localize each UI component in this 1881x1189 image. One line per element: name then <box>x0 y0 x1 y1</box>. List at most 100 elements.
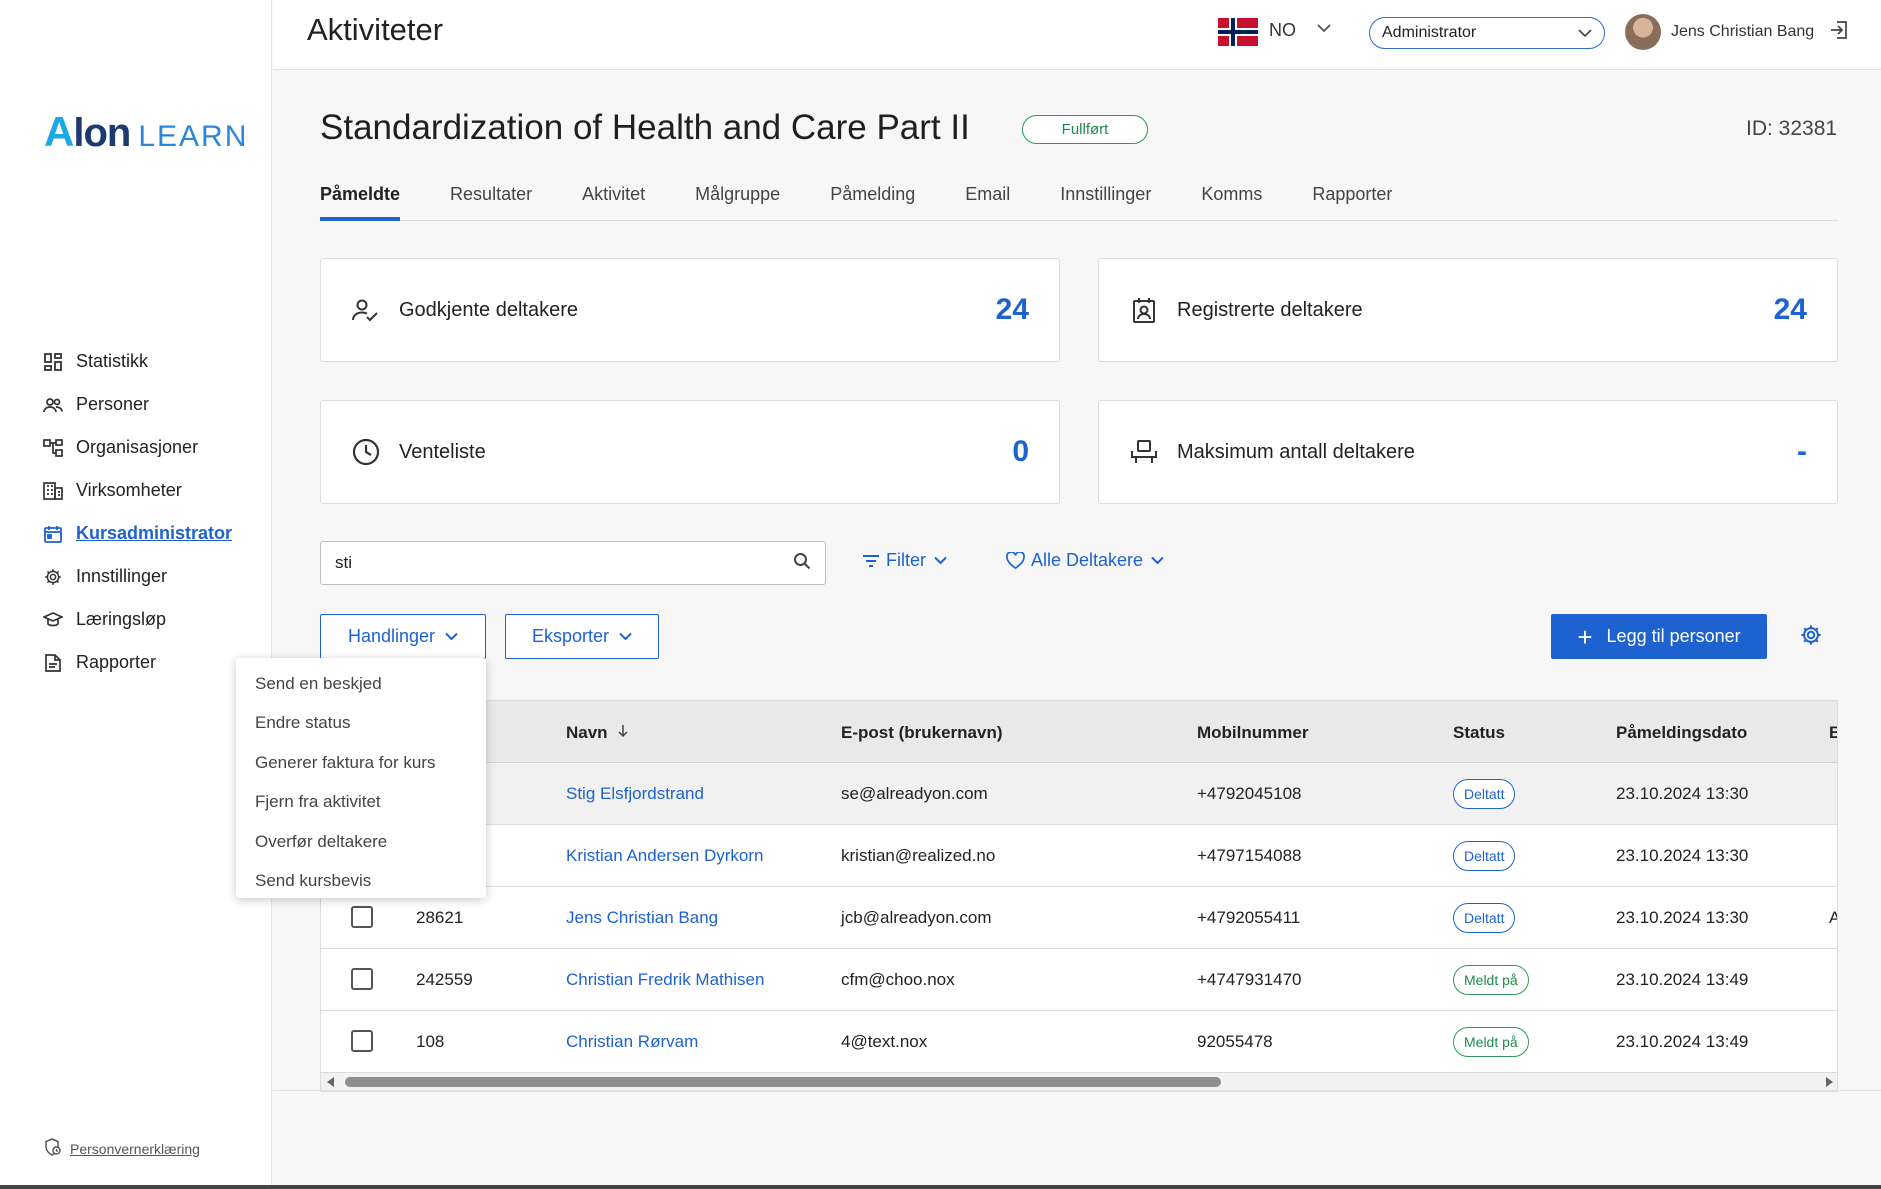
sidebar-item-virksomheter[interactable]: Virksomheter <box>42 469 232 512</box>
arrow-down-icon <box>618 725 628 738</box>
table-settings-gear-icon[interactable] <box>1800 624 1822 651</box>
max-participants-card: Maksimum antall deltakere - <box>1098 400 1838 504</box>
row-checkbox[interactable] <box>351 968 373 990</box>
tab-pamelding[interactable]: Påmelding <box>830 180 915 221</box>
privacy-link[interactable]: Personvernerklæring <box>44 1138 200 1159</box>
search-icon[interactable] <box>793 552 811 575</box>
row-mobile: +4747931470 <box>1197 970 1302 989</box>
row-date: 23.10.2024 13:49 <box>1616 970 1749 989</box>
row-status-badge: Meldt på <box>1453 965 1529 995</box>
report-icon <box>42 652 64 674</box>
row-checkbox[interactable] <box>351 906 373 928</box>
row-mobile: 92055478 <box>1197 1032 1273 1051</box>
tab-komms[interactable]: Komms <box>1201 180 1262 221</box>
row-checkbox[interactable] <box>351 1030 373 1052</box>
row-name-link[interactable]: Jens Christian Bang <box>566 908 718 928</box>
graduation-cap-icon <box>42 609 64 631</box>
course-title: Standardization of Health and Care Part … <box>320 108 970 147</box>
logo-a: A <box>44 108 74 155</box>
row-name-link[interactable]: Stig Elsfjordstrand <box>566 784 704 804</box>
sidebar-item-personer[interactable]: Personer <box>42 383 232 426</box>
user-name[interactable]: Jens Christian Bang <box>1671 23 1814 41</box>
participants-table: Navn E-post (brukernavn) Mobilnummer Sta… <box>320 700 1838 1092</box>
row-status-badge: Deltatt <box>1453 779 1516 809</box>
actions-button[interactable]: Handlinger <box>320 614 486 659</box>
card-label: Registrerte deltakere <box>1177 298 1363 321</box>
filter-button[interactable]: Filter <box>862 550 947 571</box>
waitlist-card: Venteliste 0 <box>320 400 1060 504</box>
tab-rapporter[interactable]: Rapporter <box>1312 180 1392 221</box>
row-date: 23.10.2024 13:30 <box>1616 908 1749 927</box>
sidebar-item-rapporter[interactable]: Rapporter <box>42 641 232 684</box>
menu-item-send-message[interactable]: Send en beskjed <box>236 664 486 704</box>
menu-item-remove-from-activity[interactable]: Fjern fra aktivitet <box>236 783 486 823</box>
tab-email[interactable]: Email <box>965 180 1010 221</box>
chevron-down-icon <box>1151 556 1164 565</box>
sidebar: A lon LEARN Statistikk Personer Organisa… <box>0 0 272 1185</box>
clock-icon <box>351 437 381 467</box>
language-label[interactable]: NO <box>1269 20 1296 41</box>
gear-icon <box>42 566 64 588</box>
scroll-left-arrow-icon[interactable] <box>327 1077 334 1087</box>
scroll-right-arrow-icon[interactable] <box>1826 1077 1833 1087</box>
card-value: 24 <box>995 293 1029 326</box>
calendar-icon <box>42 523 64 545</box>
participants-filter-button[interactable]: Alle Deltakere <box>1006 550 1164 571</box>
menu-item-change-status[interactable]: Endre status <box>236 704 486 744</box>
privacy-label: Personvernerklæring <box>70 1140 200 1157</box>
card-label: Godkjente deltakere <box>399 298 579 321</box>
logout-icon[interactable] <box>1829 20 1849 45</box>
sidebar-item-laeringslop[interactable]: Læringsløp <box>42 598 232 641</box>
add-persons-button[interactable]: + Legg til personer <box>1551 614 1767 659</box>
header-mobile[interactable]: Mobilnummer <box>1197 723 1308 743</box>
menu-item-transfer-participants[interactable]: Overfør deltakere <box>236 822 486 862</box>
alon-learn-logo[interactable]: A lon LEARN <box>44 108 248 156</box>
menu-item-send-certificate[interactable]: Send kursbevis <box>236 862 486 902</box>
plus-icon: + <box>1577 621 1593 652</box>
row-email: cfm@choo.nox <box>841 970 955 989</box>
header-status[interactable]: Status <box>1453 723 1505 743</box>
row-id: 108 <box>416 1032 445 1051</box>
card-value: 24 <box>1773 293 1807 326</box>
row-mobile: +4792055411 <box>1197 908 1301 927</box>
scrollbar-thumb[interactable] <box>345 1077 1221 1087</box>
logo-lon: lon <box>73 111 131 155</box>
row-name-link[interactable]: Christian Fredrik Mathisen <box>566 970 764 990</box>
sidebar-item-label: Kursadministrator <box>76 523 233 543</box>
seat-icon <box>1129 437 1159 467</box>
sidebar-item-organisasjoner[interactable]: Organisasjoner <box>42 426 232 469</box>
sidebar-item-innstillinger[interactable]: Innstillinger <box>42 555 232 598</box>
row-email: jcb@alreadyon.com <box>841 908 992 927</box>
tab-malgruppe[interactable]: Målgruppe <box>695 180 780 221</box>
search-input[interactable] <box>335 553 793 573</box>
row-email: kristian@realized.no <box>841 846 996 865</box>
header-extra[interactable]: B <box>1829 723 1837 743</box>
header-name[interactable]: Navn <box>566 723 628 743</box>
participants-filter-label: Alle Deltakere <box>1031 550 1144 570</box>
horizontal-scrollbar[interactable] <box>321 1073 1837 1091</box>
logo-learn: LEARN <box>138 120 249 153</box>
divider <box>273 1090 1881 1091</box>
avatar[interactable] <box>1625 14 1661 50</box>
chevron-down-icon[interactable] <box>1317 20 1331 38</box>
row-name-link[interactable]: Christian Rørvam <box>566 1032 698 1052</box>
menu-item-generate-invoice[interactable]: Generer faktura for kurs <box>236 743 486 783</box>
tab-pameldte[interactable]: Påmeldte <box>320 180 401 221</box>
badge-id-icon <box>1129 295 1159 325</box>
org-chart-icon <box>42 437 64 459</box>
tab-innstillinger[interactable]: Innstillinger <box>1060 180 1151 221</box>
sidebar-item-kursadministrator[interactable]: Kursadministrator <box>42 512 232 555</box>
norway-flag-icon[interactable] <box>1218 18 1258 46</box>
tab-resultater[interactable]: Resultater <box>450 180 532 221</box>
actions-label: Handlinger <box>347 626 436 646</box>
header-date[interactable]: Påmeldingsdato <box>1616 723 1747 743</box>
sidebar-item-statistikk[interactable]: Statistikk <box>42 340 232 383</box>
role-select[interactable]: Administrator <box>1369 17 1605 49</box>
export-button[interactable]: Eksporter <box>505 614 659 659</box>
header-email[interactable]: E-post (brukernavn) <box>841 723 1003 743</box>
tab-aktivitet[interactable]: Aktivitet <box>582 180 645 221</box>
sidebar-item-label: Læringsløp <box>76 609 167 629</box>
sidebar-item-label: Statistikk <box>76 351 149 371</box>
role-value: Administrator <box>1382 24 1477 41</box>
row-name-link[interactable]: Kristian Andersen Dyrkorn <box>566 846 763 866</box>
